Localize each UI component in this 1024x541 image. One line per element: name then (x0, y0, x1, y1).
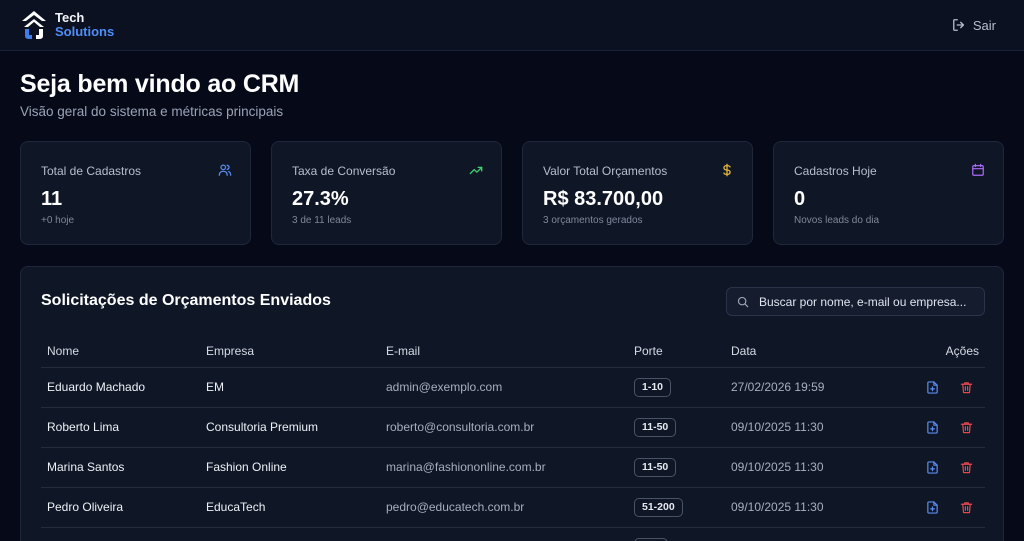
stat-label: Valor Total Orçamentos (543, 164, 668, 178)
stat-card-total-quote-value: Valor Total Orçamentos R$ 83.700,00 3 or… (522, 141, 753, 245)
generate-quote-file-icon[interactable] (926, 501, 939, 514)
cell-size: 51-200 (628, 487, 725, 528)
column-header-email[interactable]: E-mail (380, 335, 628, 368)
stat-card-total-registrations: Total de Cadastros 11 +0 hoje (20, 141, 251, 245)
generate-quote-file-icon[interactable] (926, 421, 939, 434)
stat-value: R$ 83.700,00 (543, 188, 664, 210)
size-badge (634, 537, 668, 541)
column-header-name[interactable]: Nome (41, 335, 200, 368)
cell-actions (875, 407, 985, 448)
cell-company: Consultoria Premium (200, 407, 380, 448)
cell-company (200, 527, 380, 541)
stat-subtext: 3 de 11 leads (292, 215, 352, 226)
cell-date (725, 527, 875, 541)
size-badge: 11-50 (634, 417, 677, 437)
cell-email: admin@exemplo.com (380, 367, 628, 408)
delete-trash-icon[interactable] (960, 501, 973, 514)
stat-subtext: +0 hoje (41, 215, 75, 226)
table-row[interactable]: Eduardo Machado EM admin@exemplo.com 1-1… (41, 367, 985, 408)
size-badge: 1-10 (634, 377, 672, 397)
search-box[interactable] (726, 287, 985, 316)
stat-card-registrations-today: Cadastros Hoje 0 Novos leads do dia (773, 141, 1004, 245)
column-header-size[interactable]: Porte (628, 335, 725, 368)
brand-line-solutions: Solutions (55, 24, 115, 39)
search-icon (737, 296, 749, 308)
cell-actions (875, 487, 985, 528)
cell-actions (875, 447, 985, 488)
cell-size (628, 527, 725, 541)
top-bar: Tech Solutions Sair (0, 0, 1024, 51)
delete-trash-icon[interactable] (960, 461, 973, 474)
quotes-panel-title: Solicitações de Orçamentos Enviados (41, 292, 331, 309)
logout-icon (952, 19, 964, 31)
column-header-actions: Ações (875, 335, 985, 368)
logout-label: Sair (972, 17, 996, 33)
cell-company: Fashion Online (200, 447, 380, 488)
table-row[interactable] (41, 527, 985, 541)
calendar-icon (972, 163, 984, 176)
cell-name: Pedro Oliveira (41, 487, 200, 528)
cell-date: 27/02/2026 19:59 (725, 367, 875, 408)
stat-label: Cadastros Hoje (794, 164, 877, 178)
cell-email: pedro@educatech.com.br (380, 487, 628, 528)
table-header-row: Nome Empresa E-mail Porte Data Ações (41, 335, 985, 368)
cell-date: 09/10/2025 11:30 (725, 487, 875, 528)
stat-card-conversion-rate: Taxa de Conversão 27.3% 3 de 11 leads (271, 141, 502, 245)
page-title: Seja bem vindo ao CRM (20, 70, 300, 98)
cell-company: EducaTech (200, 487, 380, 528)
quotes-panel: Solicitações de Orçamentos Enviados Nome… (20, 266, 1004, 541)
stat-value: 27.3% (292, 188, 349, 210)
cell-name (41, 527, 200, 541)
cell-email: marina@fashiononline.com.br (380, 447, 628, 488)
tech-solutions-logo[interactable] (20, 9, 48, 41)
cell-size: 11-50 (628, 407, 725, 448)
column-header-date[interactable]: Data (725, 335, 875, 368)
column-header-company[interactable]: Empresa (200, 335, 380, 368)
generate-quote-file-icon[interactable] (926, 381, 939, 394)
brand-name: Tech Solutions (55, 11, 114, 39)
table-row[interactable]: Pedro Oliveira EducaTech pedro@educatech… (41, 487, 985, 528)
cell-name: Eduardo Machado (41, 367, 200, 408)
cell-actions (875, 367, 985, 408)
stat-label: Taxa de Conversão (292, 164, 396, 178)
stat-label: Total de Cadastros (41, 164, 142, 178)
size-badge: 51-200 (634, 497, 683, 517)
cell-size: 1-10 (628, 367, 725, 408)
page-subtitle: Visão geral do sistema e métricas princi… (20, 104, 284, 119)
users-icon (218, 164, 232, 176)
cell-email (380, 527, 628, 541)
logout-button[interactable]: Sair (952, 16, 996, 34)
dollar-icon (723, 163, 731, 177)
cell-size: 11-50 (628, 447, 725, 488)
stat-subtext: Novos leads do dia (794, 215, 880, 226)
cell-name: Roberto Lima (41, 407, 200, 448)
table-row[interactable]: Roberto Lima Consultoria Premium roberto… (41, 407, 985, 448)
stat-value: 11 (41, 188, 63, 210)
cell-email: roberto@consultoria.com.br (380, 407, 628, 448)
cell-actions (875, 527, 985, 541)
cell-name: Marina Santos (41, 447, 200, 488)
stat-subtext: 3 orçamentos gerados (543, 215, 643, 226)
delete-trash-icon[interactable] (960, 381, 973, 394)
generate-quote-file-icon[interactable] (926, 461, 939, 474)
size-badge: 11-50 (634, 457, 677, 477)
search-input[interactable] (759, 288, 981, 315)
cell-date: 09/10/2025 11:30 (725, 447, 875, 488)
brand-line-tech: Tech (55, 10, 85, 25)
delete-trash-icon[interactable] (960, 421, 973, 434)
quotes-table: Nome Empresa E-mail Porte Data Ações Edu… (41, 335, 985, 541)
table-row[interactable]: Marina Santos Fashion Online marina@fash… (41, 447, 985, 488)
cell-date: 09/10/2025 11:30 (725, 407, 875, 448)
stat-value: 0 (794, 188, 806, 210)
cell-company: EM (200, 367, 380, 408)
trending-up-icon (469, 166, 483, 175)
